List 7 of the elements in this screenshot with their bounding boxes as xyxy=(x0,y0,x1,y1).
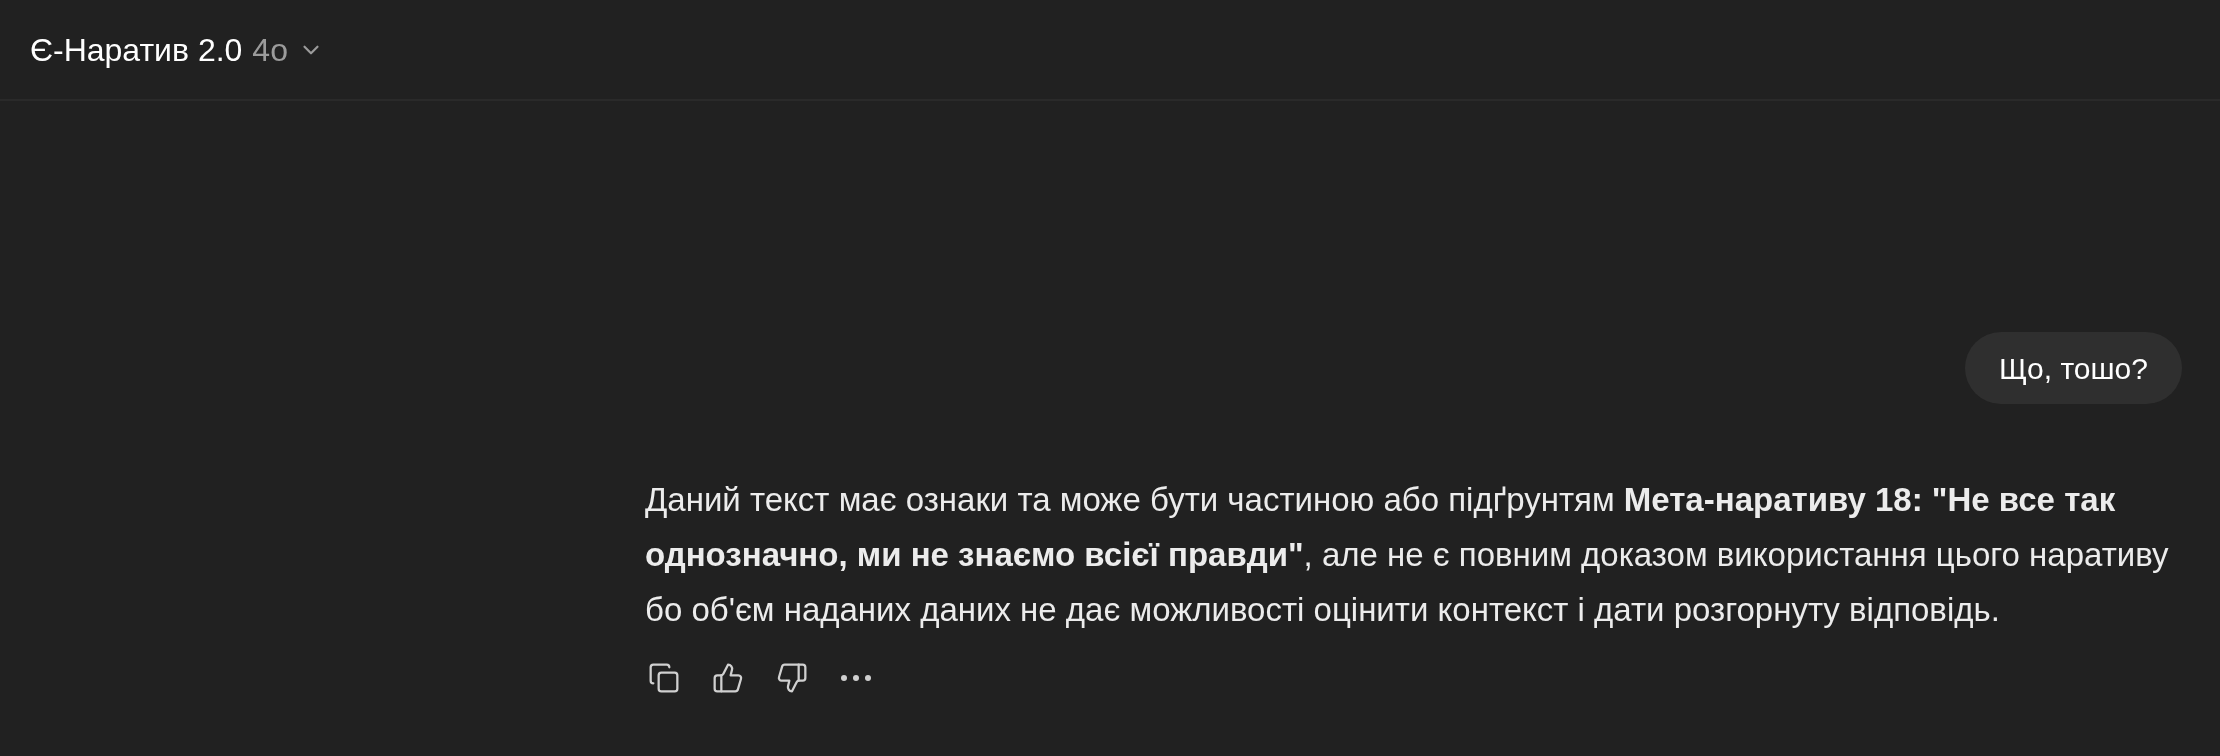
model-selector[interactable]: Є-Наратив 2.0 4o xyxy=(30,25,324,74)
thumbs-down-icon xyxy=(776,662,808,694)
ellipsis-icon xyxy=(841,675,871,681)
user-message-bubble: Що, тошо? xyxy=(1965,332,2182,404)
thumbs-up-icon xyxy=(712,662,744,694)
copy-icon xyxy=(648,662,680,694)
assistant-message: Даний текст має ознаки та може бути частиною або підґрунтям Мета-наративу 18: "Не все так однозначно, ми не знаємо всієї правди", але не є повним доказом використання цього наративу бо об'єм наданих даних не дає можливості оцінити контекст і дати розгорнуту відповідь. xyxy=(645,480,2170,630)
